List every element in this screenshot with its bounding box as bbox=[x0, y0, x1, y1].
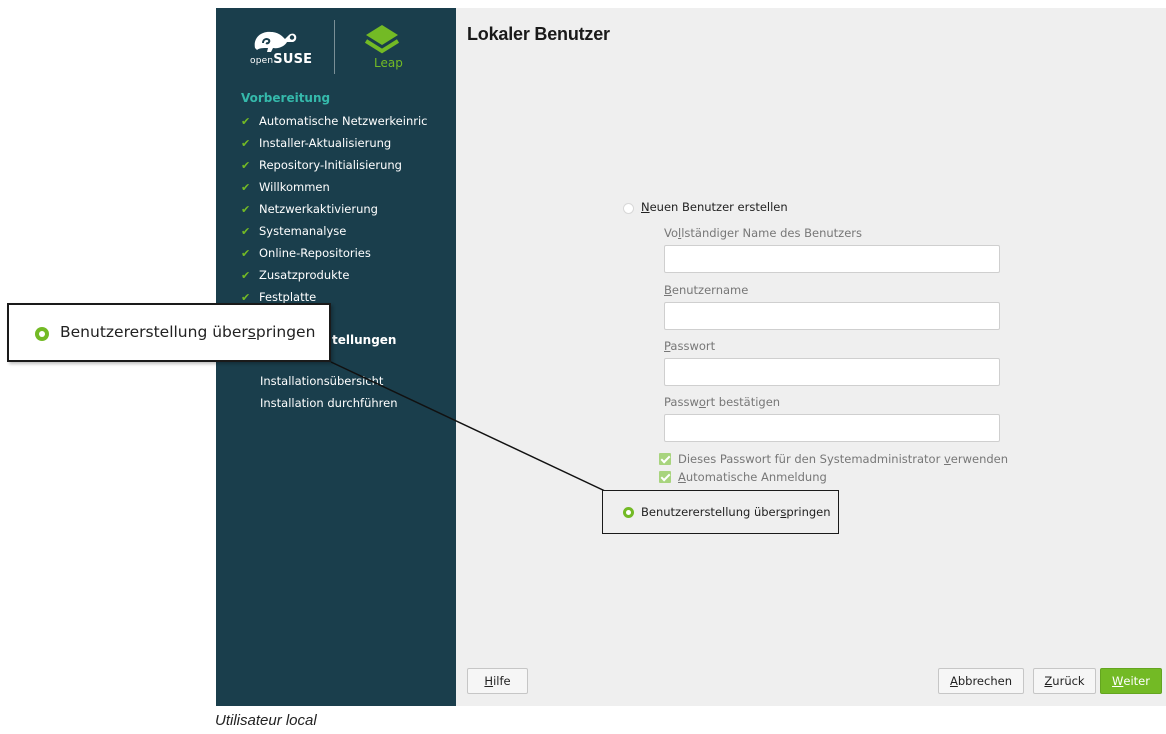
label-part: utomatische Anmeldung bbox=[685, 470, 827, 484]
label-part: pringen bbox=[255, 323, 316, 341]
mnemonic: o bbox=[698, 395, 706, 409]
sidebar-step-label: Installation durchführen bbox=[260, 396, 398, 410]
zoomed-callout: Benutzererstellung überspringen bbox=[7, 303, 331, 362]
mnemonic: A bbox=[949, 674, 958, 688]
sidebar-step: Installationsübersicht bbox=[260, 374, 470, 388]
label-part: asswort bbox=[670, 339, 716, 353]
opensuse-wordmark: openSUSE bbox=[250, 52, 312, 67]
password-confirm-label: Passwort bestätigen bbox=[664, 395, 780, 409]
mnemonic: W bbox=[1112, 674, 1124, 688]
label-part: ilfe bbox=[493, 674, 511, 688]
leap-logo bbox=[364, 25, 400, 54]
new-user-radio-label[interactable]: Neuen Benutzer erstellen bbox=[641, 200, 788, 214]
mnemonic: v bbox=[943, 452, 951, 466]
sidebar-step: ✔ Installer-Aktualisierung bbox=[241, 136, 451, 150]
check-icon: ✔ bbox=[241, 269, 251, 282]
next-button[interactable]: Weiter bbox=[1100, 668, 1162, 694]
sidebar-step: ✔ Systemanalyse bbox=[241, 224, 451, 238]
check-icon: ✔ bbox=[241, 225, 251, 238]
admin-password-checkbox[interactable] bbox=[659, 453, 671, 465]
sidebar-step: ✔ Netzwerkaktivierung bbox=[241, 202, 451, 216]
figure-caption: Utilisateur local bbox=[215, 712, 317, 729]
sidebar-step-label: Netzwerkaktivierung bbox=[259, 202, 378, 216]
sidebar-step: ✔ Zusatzprodukte bbox=[241, 268, 451, 282]
mnemonic: A bbox=[678, 470, 686, 484]
password-label: Passwort bbox=[664, 339, 715, 353]
label-part: bbrechen bbox=[957, 674, 1012, 688]
label-part: Passw bbox=[664, 395, 699, 409]
label-part: euen Benutzer erstellen bbox=[649, 200, 788, 214]
autologin-checkbox-label[interactable]: Automatische Anmeldung bbox=[678, 470, 827, 484]
sidebar-step-label: Automatische Netzwerkeinric bbox=[259, 114, 428, 128]
check-icon: ✔ bbox=[241, 181, 251, 194]
page-title: Lokaler Benutzer bbox=[467, 24, 610, 44]
check-icon: ✔ bbox=[241, 115, 251, 128]
sidebar-step-label: Zusatzprodukte bbox=[259, 268, 350, 282]
sidebar-step: ✔ Repository-Initialisierung bbox=[241, 158, 451, 172]
password-confirm-field[interactable] bbox=[664, 414, 1000, 442]
mnemonic: Z bbox=[1044, 674, 1053, 688]
label-part: lständiger Name des Benutzers bbox=[681, 226, 862, 240]
sidebar-step-label: Online-Repositories bbox=[259, 246, 371, 260]
password-field[interactable] bbox=[664, 358, 1000, 386]
label-part: Dieses Passwort für den Systemadministra… bbox=[678, 452, 944, 466]
mnemonic: s bbox=[247, 323, 256, 341]
sidebar-step: ✔ Willkommen bbox=[241, 180, 451, 194]
zoomed-skip-radio bbox=[35, 327, 49, 341]
label-part: Benutzererstellung über bbox=[60, 323, 248, 341]
label-part: urück bbox=[1052, 674, 1085, 688]
label-part: pringen bbox=[786, 505, 831, 519]
check-icon: ✔ bbox=[241, 247, 251, 260]
check-icon: ✔ bbox=[241, 203, 251, 216]
sidebar-step-label: Willkommen bbox=[259, 180, 330, 194]
skip-option-highlight: Benutzererstellung überspringen bbox=[602, 490, 839, 534]
installer-window: openSUSE Leap Vorbereitung ✔ Automatische… bbox=[216, 8, 1166, 706]
label-part: Vo bbox=[664, 226, 679, 240]
sidebar-step-label: Systemanalyse bbox=[259, 224, 347, 238]
label-part: enutzername bbox=[671, 283, 749, 297]
help-button[interactable]: Hilfe bbox=[467, 668, 528, 694]
label-part: Benutzererstellung über bbox=[641, 505, 781, 519]
sidebar-step-label: Installer-Aktualisierung bbox=[259, 136, 392, 150]
label-part: erwenden bbox=[950, 452, 1009, 466]
opensuse-suffix: SUSE bbox=[273, 52, 313, 67]
zoomed-skip-label: Benutzererstellung überspringen bbox=[60, 323, 315, 341]
mnemonic: N bbox=[641, 200, 650, 214]
logo-divider bbox=[334, 20, 335, 74]
sidebar-step-label: Festplatte bbox=[259, 290, 317, 304]
check-icon: ✔ bbox=[241, 159, 251, 172]
mnemonic: H bbox=[484, 674, 494, 688]
sidebar-step: Installation durchführen bbox=[260, 396, 470, 410]
back-button[interactable]: Zurück bbox=[1033, 668, 1096, 694]
label-part: rt bestätigen bbox=[705, 395, 781, 409]
username-label: Benutzername bbox=[664, 283, 748, 297]
autologin-checkbox[interactable] bbox=[659, 471, 671, 483]
new-user-radio[interactable] bbox=[623, 203, 634, 214]
username-field[interactable] bbox=[664, 302, 1000, 330]
sidebar-step: ✔ Automatische Netzwerkeinric bbox=[241, 114, 451, 128]
logo-area: openSUSE Leap bbox=[216, 8, 456, 88]
sidebar-step: ✔ Festplatte bbox=[241, 290, 451, 304]
content-pane: Lokaler Benutzer Neuen Benutzer erstelle… bbox=[456, 8, 1166, 706]
mnemonic: B bbox=[664, 283, 672, 297]
skip-user-radio[interactable] bbox=[623, 507, 634, 518]
skip-user-radio-label[interactable]: Benutzererstellung überspringen bbox=[641, 505, 831, 519]
admin-password-checkbox-label[interactable]: Dieses Passwort für den Systemadministra… bbox=[678, 452, 1008, 466]
full-name-label: Vollständiger Name des Benutzers bbox=[664, 226, 862, 240]
full-name-field[interactable] bbox=[664, 245, 1000, 273]
leap-wordmark: Leap bbox=[374, 56, 403, 70]
sidebar-section-vorbereitung: Vorbereitung bbox=[241, 91, 331, 105]
sidebar-step: ✔ Online-Repositories bbox=[241, 246, 451, 260]
sidebar-step-label: Installationsübersicht bbox=[260, 374, 384, 388]
sidebar-section-einstellungen: tellungen bbox=[332, 333, 397, 347]
abort-button[interactable]: Abbrechen bbox=[938, 668, 1024, 694]
sidebar-step-label: Repository-Initialisierung bbox=[259, 158, 402, 172]
opensuse-prefix: open bbox=[250, 56, 274, 66]
check-icon: ✔ bbox=[241, 137, 251, 150]
label-part: eiter bbox=[1123, 674, 1150, 688]
